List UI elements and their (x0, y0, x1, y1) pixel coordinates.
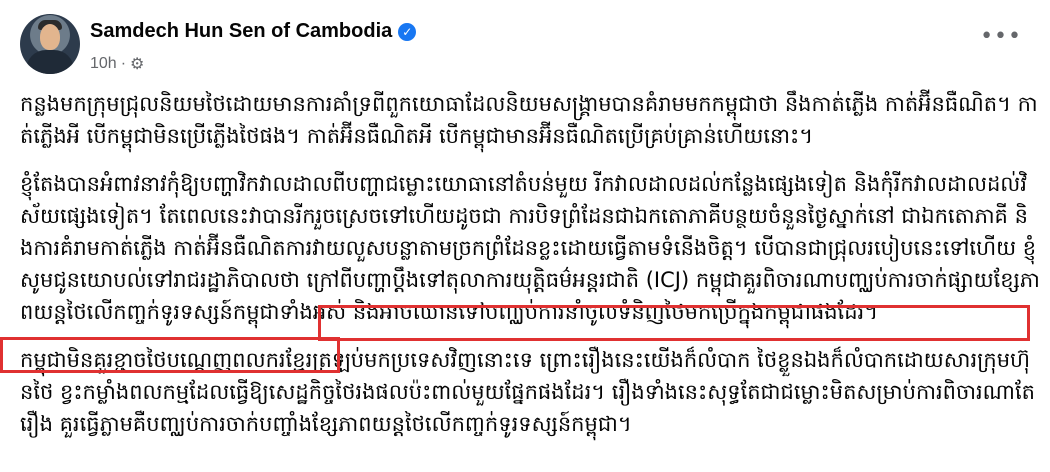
post-paragraph-3: កម្ពុជាមិនគួរខ្ជាចថៃបណ្តេញពលករខ្មែរត្រឡប… (20, 348, 1035, 436)
post-meta: 10h · ⚙ (90, 54, 144, 74)
author-row: Samdech Hun Sen of Cambodia ✓ (90, 20, 417, 43)
post-paragraph-2: ខ្ញុំតែងបានអំពាវនាវកុំឱ្យបញ្ហាវិកវាលដាលព… (20, 172, 1040, 324)
post-body: កន្លងមកក្រុមជ្រុលនិយមថៃដោយមានការគាំទ្រពី… (20, 88, 1040, 456)
post-header: Samdech Hun Sen of Cambodia ✓ 10h · ⚙ ••… (20, 14, 1030, 80)
post-paragraph-1: កន្លងមកក្រុមជ្រុលនិយមថៃដោយមានការគាំទ្រពី… (20, 92, 1038, 148)
more-options-button[interactable]: ••• (980, 24, 1022, 49)
verified-badge-icon: ✓ (398, 22, 417, 41)
gear-icon[interactable]: ⚙ (130, 54, 144, 74)
post-time[interactable]: 10h (90, 55, 117, 73)
facebook-post: Samdech Hun Sen of Cambodia ✓ 10h · ⚙ ••… (0, 0, 1050, 472)
avatar[interactable] (20, 14, 80, 74)
separator-dot: · (120, 55, 127, 72)
author-name[interactable]: Samdech Hun Sen of Cambodia (90, 20, 392, 43)
